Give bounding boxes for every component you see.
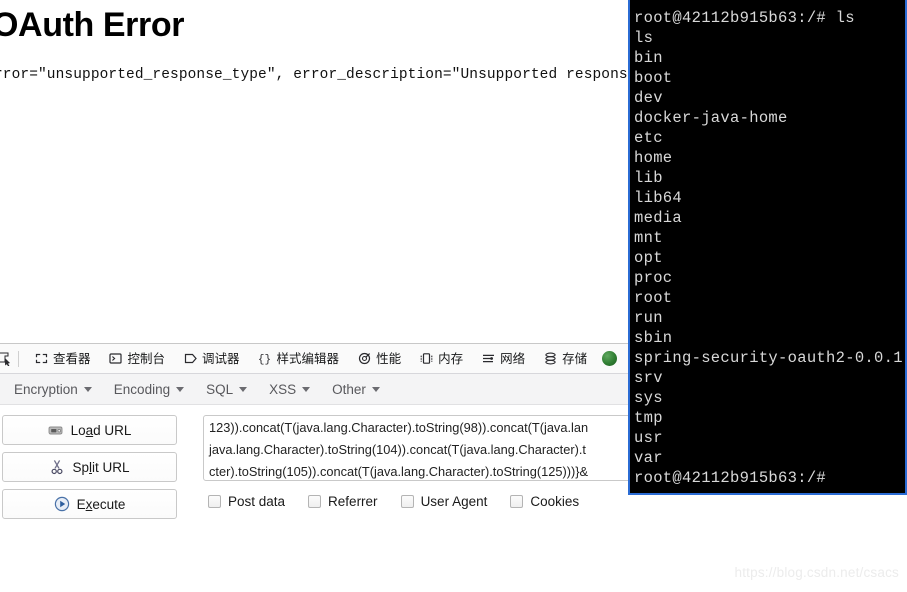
chevron-down-icon <box>371 386 380 392</box>
tab-label: 控制台 <box>127 351 166 366</box>
menu-label: Other <box>332 381 366 397</box>
terminal-line: sbin <box>634 329 673 347</box>
sidebar-item-console[interactable]: 控制台 <box>100 344 175 373</box>
menu-sql[interactable]: SQL <box>196 379 257 400</box>
svg-text:{}: {} <box>258 354 271 365</box>
chevron-down-icon <box>83 386 92 392</box>
menu-label: Encoding <box>113 381 171 397</box>
sidebar-item-debugger[interactable]: 调试器 <box>174 344 249 373</box>
checkbox-box[interactable] <box>308 495 322 508</box>
network-icon <box>481 352 495 366</box>
terminal-line: usr <box>634 429 663 447</box>
button-label: Load URL <box>70 422 132 438</box>
performance-icon <box>357 352 371 366</box>
tab-label: 内存 <box>438 351 464 366</box>
terminal-line: root@42112b915b63:/# ls <box>634 9 855 27</box>
terminal-line: proc <box>634 269 673 287</box>
terminal-line: media <box>634 209 683 227</box>
terminal-line: tmp <box>634 409 663 427</box>
element-picker-icon[interactable] <box>0 347 16 371</box>
checkbox-label: Referrer <box>328 494 378 509</box>
console-icon <box>109 352 123 366</box>
menu-xss[interactable]: XSS <box>259 379 320 400</box>
checkbox-user-agent[interactable]: User Agent <box>400 494 488 509</box>
terminal-output: root@42112b915b63:/# ls ls bin boot dev docke… <box>630 0 905 488</box>
checkbox-label: User Agent <box>420 494 488 509</box>
scissors-icon <box>49 459 65 475</box>
checkbox-referrer[interactable]: Referrer <box>308 494 378 509</box>
sidebar-item-performance[interactable]: 性能 <box>348 344 410 373</box>
sidebar-item-network[interactable]: 网络 <box>472 344 534 373</box>
menu-encoding[interactable]: Encoding <box>104 379 194 400</box>
sidebar-item-style-editor[interactable]: {} 样式编辑器 <box>249 344 349 373</box>
terminal-line: spring-security-oauth2-0.0.1 <box>634 349 903 367</box>
terminal-line: home <box>634 149 673 167</box>
terminal-line: var <box>634 449 663 467</box>
tab-label: 调试器 <box>202 351 240 366</box>
menu-encryption[interactable]: Encryption <box>4 379 102 400</box>
chevron-down-icon <box>176 386 185 392</box>
page-title: OAuth Error <box>0 6 185 44</box>
style-editor-icon: {} <box>258 352 272 366</box>
terminal-line: sys <box>634 389 663 407</box>
oauth-error-message: rror="unsupported_response_type", error_… <box>0 67 716 83</box>
watermark: https://blog.csdn.net/csacs <box>734 565 899 580</box>
play-icon <box>54 496 70 512</box>
checkbox-box[interactable] <box>510 495 524 508</box>
chevron-down-icon <box>239 386 248 392</box>
terminal-line: etc <box>634 129 663 147</box>
split-url-button[interactable]: Split URL <box>2 452 177 482</box>
terminal-line: lib <box>634 169 663 187</box>
tab-label: 查看器 <box>53 351 91 366</box>
terminal-line: lib64 <box>634 189 683 207</box>
checkbox-label: Post data <box>228 494 286 509</box>
tab-label: 样式编辑器 <box>276 351 340 366</box>
button-label: Split URL <box>72 459 130 475</box>
menu-label: XSS <box>269 381 297 397</box>
terminal-line: dev <box>634 89 663 107</box>
screenshot-root: OAuth Error rror="unsupported_response_t… <box>0 0 907 592</box>
execute-button[interactable]: Execute <box>2 489 177 519</box>
terminal-line: boot <box>634 69 673 87</box>
button-label: Execute <box>76 496 126 512</box>
terminal-line: run <box>634 309 663 327</box>
tab-label: 网络 <box>500 351 526 366</box>
storage-icon <box>543 352 557 366</box>
checkbox-box[interactable] <box>400 495 414 508</box>
load-url-icon <box>48 422 64 438</box>
checkbox-post-data[interactable]: Post data <box>208 494 285 509</box>
menu-other[interactable]: Other <box>322 379 390 400</box>
inspector-icon <box>34 352 48 366</box>
terminal-line: srv <box>634 369 663 387</box>
memory-icon <box>419 352 433 366</box>
url-input[interactable]: 123)).concat(T(java.lang.Character).toSt… <box>203 415 640 481</box>
terminal-line: root <box>634 289 673 307</box>
sidebar-item-inspector[interactable]: 查看器 <box>25 344 100 373</box>
hackbar-action-buttons: Load URL Split URL Execute <box>2 415 177 519</box>
toolbar-divider <box>18 350 19 367</box>
sidebar-item-storage[interactable]: 存储 <box>534 344 596 373</box>
menu-label: SQL <box>206 381 234 397</box>
menu-label: Encryption <box>14 381 78 397</box>
checkbox-label: Cookies <box>530 494 580 509</box>
tab-label: 性能 <box>376 351 402 366</box>
hackbar-options: Post data Referrer User Agent Cookies <box>203 494 907 509</box>
tab-label: 存储 <box>562 351 588 366</box>
chevron-down-icon <box>302 386 311 392</box>
debugger-icon <box>183 352 197 366</box>
sidebar-item-memory[interactable]: 内存 <box>410 344 472 373</box>
terminal-line: docker-java-home <box>634 109 788 127</box>
terminal-line: root@42112b915b63:/# <box>634 469 827 487</box>
terminal-line: bin <box>634 49 663 67</box>
terminal-line: ls <box>634 29 654 47</box>
load-url-button[interactable]: Load URL <box>2 415 177 445</box>
terminal-line: mnt <box>634 229 663 247</box>
hackbar-green-icon[interactable] <box>602 351 618 366</box>
terminal-window[interactable]: root@42112b915b63:/# ls ls bin boot dev docke… <box>628 0 907 495</box>
checkbox-box[interactable] <box>208 495 221 508</box>
terminal-line: opt <box>634 249 663 267</box>
checkbox-cookies[interactable]: Cookies <box>510 494 579 509</box>
